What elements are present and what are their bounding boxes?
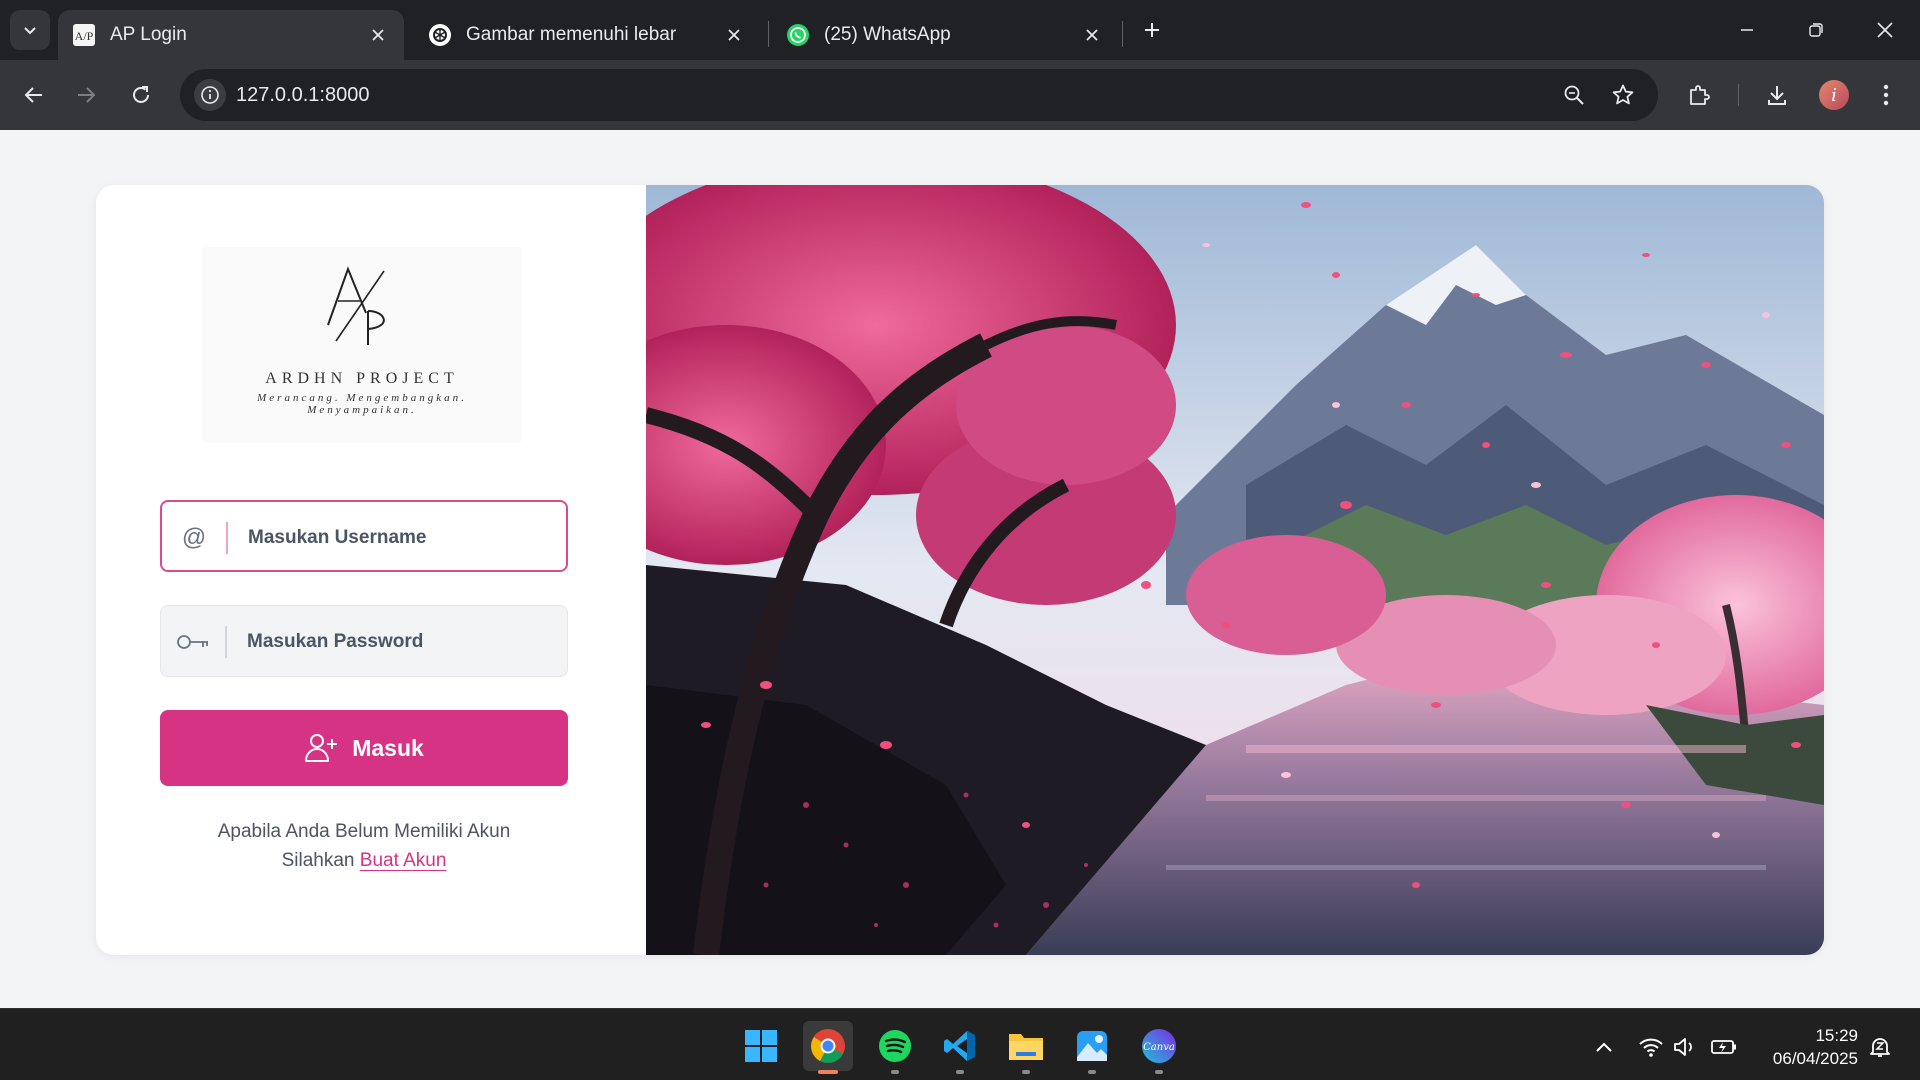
login-card: ARDHN PROJECT Merancang. Mengembangkan. … bbox=[96, 185, 1824, 955]
forward-button[interactable] bbox=[68, 77, 104, 113]
field-divider bbox=[226, 522, 228, 554]
close-icon[interactable] bbox=[722, 23, 746, 47]
chatgpt-icon bbox=[428, 23, 452, 47]
key-icon bbox=[175, 624, 211, 660]
tab-title: (25) WhatsApp bbox=[824, 24, 951, 45]
brand-logo: ARDHN PROJECT Merancang. Mengembangkan. … bbox=[202, 247, 522, 443]
reload-icon bbox=[133, 86, 149, 103]
system-clock[interactable]: 15:29 06/04/2025 bbox=[1740, 1024, 1858, 1070]
svg-text:Canva: Canva bbox=[1143, 1042, 1175, 1053]
hero-image bbox=[566, 185, 1824, 955]
volume-icon[interactable] bbox=[1671, 1033, 1699, 1061]
puzzle-icon bbox=[1690, 85, 1710, 105]
cherry-blossom-landscape bbox=[566, 185, 1824, 955]
notification-bell-icon[interactable] bbox=[1866, 1033, 1894, 1061]
register-prompt-line: Apabila Anda Belum Memiliki Akun bbox=[217, 821, 511, 842]
chevron-up-icon[interactable] bbox=[1590, 1033, 1618, 1061]
new-tab-button[interactable] bbox=[1136, 14, 1168, 46]
login-form-pane: ARDHN PROJECT Merancang. Mengembangkan. … bbox=[96, 185, 646, 955]
windows-start-icon[interactable] bbox=[736, 1021, 786, 1071]
arrow-left-icon bbox=[24, 87, 42, 103]
vscode-icon[interactable] bbox=[935, 1021, 985, 1071]
back-button[interactable] bbox=[16, 77, 52, 113]
tab-strip: A/P AP Login Gambar memenuhi lebar (25) … bbox=[0, 0, 1920, 60]
close-icon bbox=[1877, 22, 1893, 38]
photos-icon[interactable] bbox=[1067, 1021, 1117, 1071]
user-plus-icon bbox=[304, 731, 338, 765]
whatsapp-icon bbox=[786, 23, 810, 47]
brand-name: ARDHN PROJECT bbox=[265, 370, 459, 387]
reload-button[interactable] bbox=[123, 77, 159, 113]
close-window-button[interactable] bbox=[1862, 10, 1908, 50]
register-link-line: Silahkan Buat Akun bbox=[96, 846, 632, 875]
tab-title: AP Login bbox=[110, 24, 187, 45]
toolbar-divider bbox=[1738, 84, 1739, 106]
close-icon[interactable] bbox=[366, 23, 390, 47]
page-viewport: ARDHN PROJECT Merancang. Mengembangkan. … bbox=[0, 130, 1920, 1008]
download-icon bbox=[1768, 86, 1786, 105]
clock-time: 15:29 bbox=[1815, 1026, 1858, 1045]
restore-button[interactable] bbox=[1793, 10, 1839, 50]
app-indicator bbox=[1022, 1070, 1030, 1074]
url-text[interactable]: 127.0.0.1:8000 bbox=[236, 84, 369, 107]
windows-taskbar: Canva 15:29 06/04/2025 bbox=[0, 1008, 1920, 1080]
app-indicator bbox=[1155, 1070, 1163, 1074]
username-input[interactable] bbox=[248, 516, 548, 560]
password-field[interactable] bbox=[160, 605, 568, 677]
login-button-label: Masuk bbox=[352, 734, 424, 761]
username-field[interactable]: @ bbox=[160, 500, 568, 572]
register-link[interactable]: Buat Akun bbox=[360, 850, 447, 871]
tab-divider bbox=[768, 21, 769, 47]
login-button[interactable]: Masuk bbox=[160, 710, 568, 786]
minimize-icon bbox=[1741, 29, 1753, 31]
app-indicator bbox=[891, 1070, 899, 1074]
plus-icon bbox=[1145, 23, 1159, 37]
battery-icon[interactable] bbox=[1710, 1033, 1738, 1061]
register-prefix: Silahkan bbox=[281, 850, 355, 871]
password-input[interactable] bbox=[247, 620, 547, 664]
extensions-button[interactable] bbox=[1681, 77, 1717, 113]
logo-mark bbox=[327, 266, 385, 345]
kebab-menu-icon bbox=[1883, 84, 1889, 106]
at-icon: @ bbox=[181, 524, 207, 551]
tab-gambar[interactable]: Gambar memenuhi lebar bbox=[414, 10, 760, 60]
canva-icon[interactable]: Canva bbox=[1134, 1021, 1184, 1071]
arrow-right-icon bbox=[78, 87, 96, 103]
tab-ap-login[interactable]: A/P AP Login bbox=[58, 10, 404, 60]
chevron-down-icon bbox=[24, 27, 36, 35]
file-explorer-icon[interactable] bbox=[1001, 1021, 1051, 1071]
app-indicator bbox=[1088, 1070, 1096, 1074]
app-indicator bbox=[956, 1070, 964, 1074]
clock-date: 06/04/2025 bbox=[1772, 1049, 1858, 1068]
field-divider bbox=[225, 626, 227, 658]
tab-search-button[interactable] bbox=[10, 10, 50, 50]
chrome-icon[interactable] bbox=[803, 1021, 853, 1071]
profile-avatar[interactable]: i bbox=[1819, 80, 1849, 110]
active-app-indicator bbox=[818, 1070, 838, 1074]
zoom-icon[interactable] bbox=[1560, 81, 1588, 109]
restore-icon bbox=[1809, 23, 1823, 37]
close-icon[interactable] bbox=[1080, 23, 1104, 47]
brand-tagline: Merancang. Mengembangkan. Menyampaikan. bbox=[257, 392, 467, 416]
browser-toolbar: 127.0.0.1:8000 bbox=[0, 60, 1920, 130]
minimize-button[interactable] bbox=[1724, 10, 1770, 50]
spotify-icon[interactable] bbox=[870, 1021, 920, 1071]
tab-divider bbox=[1122, 21, 1123, 47]
tab-title: Gambar memenuhi lebar bbox=[466, 24, 677, 45]
wifi-icon[interactable] bbox=[1637, 1033, 1665, 1061]
svg-text:A/P: A/P bbox=[75, 29, 94, 43]
bookmark-star-icon[interactable] bbox=[1609, 81, 1637, 109]
register-prompt: Apabila Anda Belum Memiliki Akun Silahka… bbox=[96, 817, 632, 875]
downloads-button[interactable] bbox=[1759, 77, 1795, 113]
address-bar[interactable]: 127.0.0.1:8000 bbox=[180, 69, 1658, 121]
ap-logo-icon: A/P bbox=[72, 23, 96, 47]
browser-menu-button[interactable] bbox=[1868, 77, 1904, 113]
site-info-icon[interactable] bbox=[194, 79, 226, 111]
tab-whatsapp[interactable]: (25) WhatsApp bbox=[772, 10, 1118, 60]
